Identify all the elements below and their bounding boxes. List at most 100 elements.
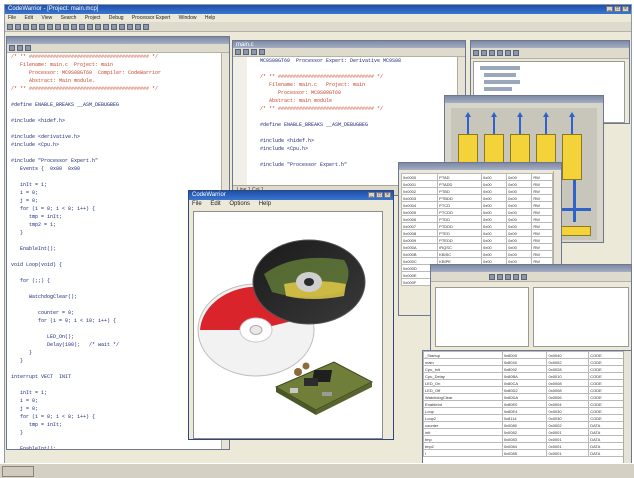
table-row[interactable]: 0x0004 PTCD 0x00 0x00 RW [400, 201, 553, 209]
map-list-scrollbar[interactable] [623, 351, 631, 463]
table-row[interactable]: EnableInt 0x80E0 0x0004 CODE [423, 400, 627, 408]
table-row[interactable]: inIt 0x0082 0x0001 DATA [423, 428, 627, 436]
menu-debug[interactable]: Debug [109, 15, 124, 21]
markers-icon[interactable] [25, 45, 31, 51]
cpu-block[interactable] [561, 226, 591, 236]
maximize-icon[interactable]: □ [376, 192, 383, 198]
menu-window[interactable]: Window [179, 15, 197, 21]
settings-icon[interactable] [521, 273, 527, 280]
remove-file-icon[interactable] [481, 50, 487, 56]
run-icon[interactable] [95, 23, 101, 30]
functions-icon[interactable] [9, 45, 15, 51]
maximize-icon[interactable]: □ [614, 6, 621, 12]
menu-help[interactable]: Help [259, 201, 271, 207]
debug-icon[interactable] [513, 50, 519, 56]
table-row[interactable]: 0x0002 PTBD 0x00 0x00 RW [400, 187, 553, 195]
table-cell: 0x80E4 [501, 407, 548, 415]
table-row[interactable]: LED_On 0x80CA 0x0008 CODE [423, 379, 627, 387]
up-icon[interactable] [505, 273, 511, 280]
down-icon[interactable] [513, 273, 519, 280]
headers-icon[interactable] [17, 45, 23, 51]
table-row[interactable]: main 0x8040 0x0052 CODE [423, 358, 627, 366]
find-icon[interactable] [71, 23, 77, 30]
table-row[interactable]: 0x0006 PTDD 0x00 0x00 RW [400, 215, 553, 223]
close-icon[interactable]: × [622, 6, 629, 12]
menu-help[interactable]: Help [205, 15, 215, 21]
menu-file[interactable]: File [8, 15, 16, 21]
table-row[interactable]: 0x0000 PTAD 0x00 0x00 RW [400, 173, 553, 181]
markers-icon[interactable] [251, 49, 257, 55]
table-row[interactable]: 0x0005 PTCDD 0x00 0x00 RW [400, 208, 553, 216]
make-icon[interactable] [79, 23, 85, 30]
breakpoint-icon[interactable] [135, 23, 141, 30]
table-row[interactable]: counter 0x0080 0x0002 DATA [423, 421, 627, 429]
table-row[interactable]: 0x0003 PTBDD 0x00 0x00 RW [400, 194, 553, 202]
table-row[interactable]: LED_Off 0x80D2 0x0008 CODE [423, 386, 627, 394]
left-editor-toolbar [7, 44, 229, 53]
minimize-icon[interactable]: _ [606, 6, 613, 12]
dialog-panel-left[interactable] [435, 287, 529, 347]
copy-icon[interactable] [39, 23, 45, 30]
new-file-icon[interactable] [7, 23, 13, 30]
bean-block[interactable] [562, 134, 582, 180]
table-row[interactable]: Cpu_Init 0x8092 0x0028 CODE [423, 365, 627, 373]
table-row[interactable]: Loop2 0x8114 0x0030 CODE [423, 414, 627, 422]
menu-edit[interactable]: Edit [24, 15, 33, 21]
start-button[interactable] [2, 466, 34, 477]
tree-item[interactable] [484, 87, 512, 91]
menu-options[interactable]: Options [229, 201, 250, 207]
minimize-icon[interactable]: _ [368, 192, 375, 198]
menu-file[interactable]: File [192, 201, 202, 207]
table-row[interactable]: 0x000A IRQSC 0x00 0x00 RW [400, 243, 553, 251]
tree-item[interactable] [480, 66, 520, 70]
table-row[interactable]: tmp 0x0083 0x0001 DATA [423, 435, 627, 443]
table-row[interactable]: Cpu_Delay 0x80BA 0x0010 CODE [423, 372, 627, 380]
table-row[interactable]: 0x0009 PTEDD 0x00 0x00 RW [400, 236, 553, 244]
table-cell: 0x8000 [501, 351, 548, 359]
menu-view[interactable]: View [41, 15, 52, 21]
dialog-panel-right[interactable] [533, 287, 629, 347]
map-list-table[interactable]: _Startup 0x8000 0x0040 CODE main 0x8040 0x0052… [423, 351, 627, 457]
tree-item[interactable] [484, 80, 520, 84]
check-syntax-icon[interactable] [489, 50, 495, 56]
stop-icon[interactable] [497, 273, 503, 280]
open-file-icon[interactable] [15, 23, 21, 30]
headers-icon[interactable] [243, 49, 249, 55]
stop-icon[interactable] [103, 23, 109, 30]
menu-edit[interactable]: Edit [210, 201, 220, 207]
table-row[interactable]: 0x000B KBISC 0x00 0x00 RW [400, 250, 553, 258]
save-icon[interactable] [23, 23, 29, 30]
step-out-icon[interactable] [127, 23, 133, 30]
document-icon[interactable] [259, 49, 265, 55]
debug-icon[interactable] [87, 23, 93, 30]
table-cell: Loop2 [423, 414, 503, 422]
table-row[interactable]: Loop 0x80E4 0x0030 CODE [423, 407, 627, 415]
add-file-icon[interactable] [473, 50, 479, 56]
undo-icon[interactable] [55, 23, 61, 30]
menu-search[interactable]: Search [61, 15, 77, 21]
step-icon[interactable] [111, 23, 117, 30]
table-cell: PTAD [437, 173, 482, 181]
table-row[interactable]: WatchdogClear 0x80DA 0x0006 CODE [423, 393, 627, 401]
table-row[interactable]: 0x0008 PTED 0x00 0x00 RW [400, 229, 553, 237]
step-over-icon[interactable] [119, 23, 125, 30]
table-row[interactable]: i 0x0085 0x0001 DATA [423, 449, 627, 457]
make-icon[interactable] [505, 50, 511, 56]
menu-project[interactable]: Project [85, 15, 101, 21]
table-row[interactable]: _Startup 0x8000 0x0040 CODE [423, 351, 627, 359]
table-row[interactable]: tmp2 0x0084 0x0001 DATA [423, 442, 627, 450]
redo-icon[interactable] [63, 23, 69, 30]
compile-icon[interactable] [497, 50, 503, 56]
table-cell: PTCD [437, 201, 482, 209]
menu-processor-expert[interactable]: Processor Expert [132, 15, 170, 21]
cut-icon[interactable] [31, 23, 37, 30]
close-icon[interactable]: × [384, 192, 391, 198]
paste-icon[interactable] [47, 23, 53, 30]
functions-icon[interactable] [235, 49, 241, 55]
settings-icon[interactable] [143, 23, 149, 30]
table-row[interactable]: 0x0001 PTADD 0x00 0x00 RW [400, 180, 553, 188]
refresh-icon[interactable] [489, 273, 495, 280]
table-row[interactable]: 0x0007 PTDDD 0x00 0x00 RW [400, 222, 553, 230]
tree-item[interactable] [484, 73, 516, 77]
